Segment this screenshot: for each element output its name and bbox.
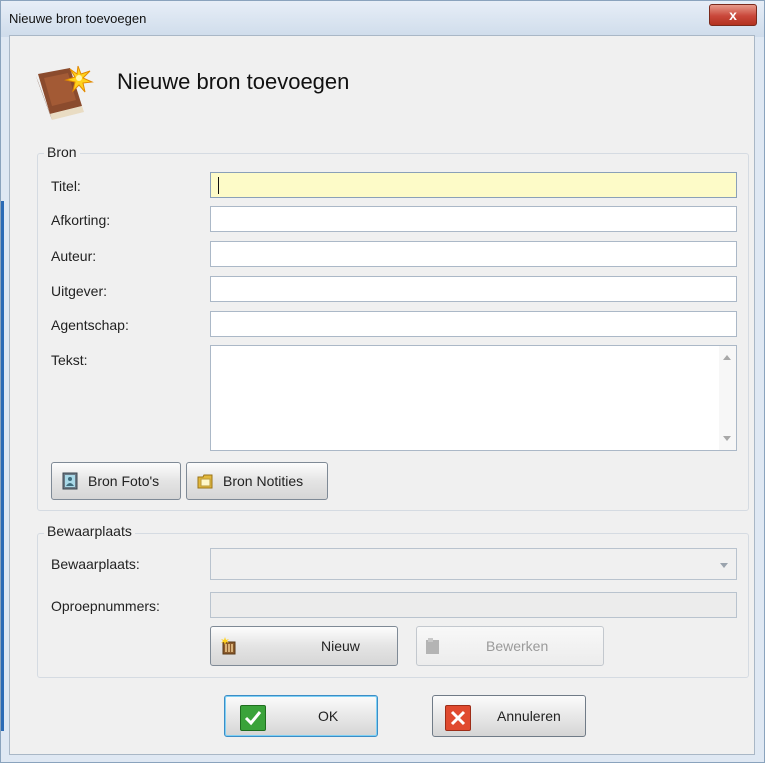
- annuleren-button[interactable]: Annuleren: [432, 695, 586, 737]
- oproepnummers-input[interactable]: [210, 592, 737, 618]
- book-icon: [36, 65, 94, 120]
- auteur-label: Auteur:: [51, 248, 97, 264]
- nieuw-button[interactable]: Nieuw: [210, 626, 398, 666]
- agentschap-input[interactable]: [210, 311, 737, 337]
- bewaarplaats-group-label: Bewaarplaats: [44, 523, 135, 539]
- bewerken-label: Bewerken: [486, 638, 549, 654]
- add-repository-icon: [221, 637, 236, 655]
- tekst-scrollbar[interactable]: [719, 346, 736, 450]
- scroll-down-arrow-icon[interactable]: [723, 436, 731, 441]
- checkmark-icon: [240, 705, 266, 731]
- bron-group-label: Bron: [44, 144, 80, 160]
- cancel-x-icon: [445, 705, 471, 731]
- notes-folder-icon: [197, 474, 213, 489]
- annuleren-label: Annuleren: [497, 708, 561, 724]
- text-caret: [218, 177, 219, 194]
- auteur-input[interactable]: [210, 241, 737, 267]
- window-edge-accent: [1, 201, 4, 731]
- bron-notities-label: Bron Notities: [223, 473, 304, 489]
- agentschap-label: Agentschap:: [51, 317, 129, 333]
- chevron-down-icon[interactable]: [720, 563, 728, 568]
- oproepnummers-label: Oproepnummers:: [51, 598, 160, 614]
- title-bar[interactable]: Nieuwe bron toevoegen x: [1, 1, 764, 37]
- tekst-label: Tekst:: [51, 352, 88, 368]
- uitgever-label: Uitgever:: [51, 283, 108, 299]
- ok-button[interactable]: OK: [224, 695, 378, 737]
- dialog-heading: Nieuwe bron toevoegen: [117, 69, 350, 94]
- bron-notities-button[interactable]: Bron Notities: [186, 462, 328, 500]
- bewaarplaats-label: Bewaarplaats:: [51, 556, 140, 572]
- tekst-textarea[interactable]: [210, 345, 737, 451]
- afkorting-input[interactable]: [210, 206, 737, 232]
- close-icon: x: [729, 7, 737, 23]
- edit-repository-icon: [426, 638, 439, 654]
- titel-label: Titel:: [51, 178, 81, 194]
- bron-fotos-button[interactable]: Bron Foto's: [51, 462, 181, 500]
- close-button[interactable]: x: [709, 4, 757, 26]
- bewaarplaats-select[interactable]: [210, 548, 737, 580]
- ok-label: OK: [318, 708, 339, 724]
- uitgever-input[interactable]: [210, 276, 737, 302]
- nieuw-label: Nieuw: [321, 638, 360, 654]
- window-title: Nieuwe bron toevoegen: [9, 11, 147, 26]
- bron-fotos-label: Bron Foto's: [88, 473, 160, 489]
- bewerken-button[interactable]: Bewerken: [416, 626, 604, 666]
- afkorting-label: Afkorting:: [51, 212, 111, 228]
- scroll-up-arrow-icon[interactable]: [723, 355, 731, 360]
- titel-input[interactable]: [210, 172, 737, 198]
- photo-icon: [62, 472, 78, 490]
